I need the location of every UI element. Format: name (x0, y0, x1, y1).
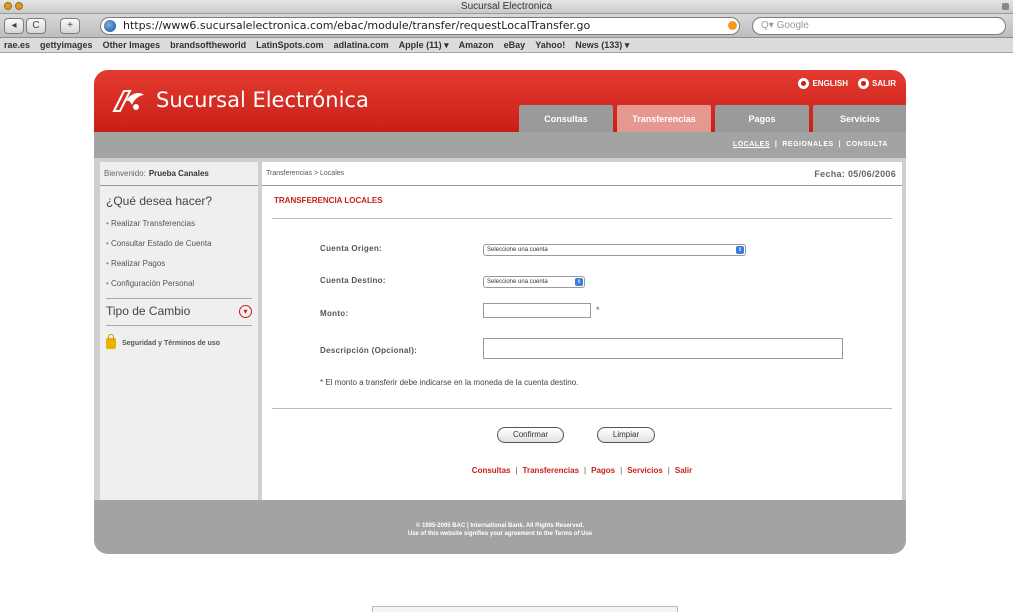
bookmark-item[interactable]: Apple (11) ▾ (399, 40, 449, 50)
security-terms-label: Seguridad y Términos de uso (122, 340, 221, 347)
language-links: ENGLISH SALIR (798, 78, 896, 89)
chevron-down-icon[interactable]: ▾ (239, 304, 252, 318)
tab-servicios[interactable]: Servicios (813, 105, 906, 132)
select-arrows-icon: ⇕ (575, 278, 583, 286)
subnav-regionales[interactable]: REGIONALES (782, 141, 833, 148)
add-bookmark-button[interactable]: + (60, 18, 80, 34)
footer-link-salir[interactable]: Salir (675, 466, 692, 475)
select-arrows-icon: ⇕ (736, 246, 744, 254)
browser-toolbar: ◂ C + https://www6.sucursalelectronica.c… (0, 14, 1013, 38)
footer-link-servicios[interactable]: Servicios (627, 466, 663, 475)
tipo-cambio-label: Tipo de Cambio (106, 304, 191, 318)
bookmark-item[interactable]: Yahoo! (535, 40, 565, 50)
subnav-separator: | (838, 141, 842, 148)
sidebar: Bienvenido: Prueba Canales ¿Qué desea hac… (100, 162, 258, 500)
footer-link-pagos[interactable]: Pagos (591, 466, 615, 475)
monto-input[interactable] (483, 303, 591, 318)
monto-label: Monto: (320, 309, 349, 318)
cuenta-destino-select[interactable]: Seleccione una cuenta ⇕ (483, 276, 585, 288)
bookmark-item[interactable]: LatinSpots.com (256, 40, 324, 50)
rss-icon[interactable] (728, 21, 737, 30)
sidebar-item-configuracion[interactable]: Configuración Personal (106, 274, 258, 294)
tab-consultas[interactable]: Consultas (519, 105, 613, 132)
date-label: Fecha: 05/06/2006 (814, 169, 896, 179)
cuenta-origen-value: Seleccione una cuenta (487, 247, 548, 253)
subnav-separator: | (774, 141, 778, 148)
sub-navigation: LOCALES | REGIONALES | CONSULTA (94, 132, 906, 158)
english-link[interactable]: ENGLISH (798, 78, 848, 89)
footer-separator: | (584, 466, 587, 475)
bookmark-item[interactable]: News (133) ▾ (575, 40, 629, 50)
address-bar[interactable]: https://www6.sucursalelectronica.com/eba… (100, 17, 740, 35)
search-input[interactable]: Q▾ Google (752, 17, 1006, 35)
site-footer: © 1995-2005 BAC | International Bank. Al… (94, 500, 906, 554)
sidebar-item-estado-cuenta[interactable]: Consultar Estado de Cuenta (106, 234, 258, 254)
english-label: ENGLISH (812, 79, 848, 88)
site-header: Sucursal Electrónica ENGLISH SALIR Consu… (94, 70, 906, 132)
tab-pagos[interactable]: Pagos (715, 105, 809, 132)
welcome-bar: Bienvenido: Prueba Canales (100, 162, 258, 186)
main-tabs: Consultas Transferencias Pagos Servicios (519, 105, 906, 132)
descripcion-label: Descripción (Opcional): (320, 346, 418, 355)
bookmark-item[interactable]: rae.es (4, 40, 30, 50)
status-bar (372, 606, 678, 612)
bank-site: Sucursal Electrónica ENGLISH SALIR Consu… (94, 70, 906, 554)
subnav-locales[interactable]: LOCALES (733, 141, 770, 148)
cuenta-destino-value: Seleccione una cuenta (487, 279, 548, 285)
tipo-cambio-toggle[interactable]: Tipo de Cambio ▾ (106, 298, 252, 318)
bookmark-item[interactable]: adlatina.com (334, 40, 389, 50)
toolbar-toggle-icon[interactable] (1002, 3, 1009, 10)
footer-link-transferencias[interactable]: Transferencias (523, 466, 579, 475)
subnav-consulta[interactable]: CONSULTA (846, 141, 888, 148)
footer-links: Consultas | Transferencias | Pagos | Servicios… (262, 466, 902, 475)
site-logo-text[interactable]: Sucursal Electrónica (156, 88, 369, 112)
lock-icon (106, 334, 116, 349)
logout-label: SALIR (872, 79, 896, 88)
back-button[interactable]: ◂ (4, 18, 24, 34)
footer-separator: | (667, 466, 670, 475)
confirm-button[interactable]: Confirmar (497, 427, 564, 443)
sidebar-links: Realizar Transferencias Consultar Estado… (100, 208, 258, 294)
exit-icon (858, 78, 869, 89)
bookmarks-bar: rae.es gettyimages Other Images brandsofthe… (0, 38, 1013, 53)
window-titlebar: Sucursal Electronica (0, 0, 1013, 14)
bank-logo-icon[interactable] (112, 87, 146, 113)
user-name: Prueba Canales (148, 169, 209, 178)
divider (272, 408, 892, 409)
cuenta-destino-label: Cuenta Destino: (320, 276, 386, 285)
security-terms-link[interactable]: Seguridad y Términos de uso (106, 325, 252, 349)
page-title: TRANSFERENCIA LOCALES (274, 196, 383, 205)
required-mark: * (596, 305, 600, 315)
sidebar-item-transferencias[interactable]: Realizar Transferencias (106, 214, 258, 234)
copyright-line: © 1995-2005 BAC | International Bank. Al… (415, 523, 585, 529)
logout-link[interactable]: SALIR (858, 78, 896, 89)
footer-link-consultas[interactable]: Consultas (472, 466, 511, 475)
site-favicon-icon (104, 20, 116, 32)
bookmark-item[interactable]: eBay (504, 40, 526, 50)
main-content: Transferencias > Locales Fecha: 05/06/20… (262, 162, 902, 500)
clear-button[interactable]: Limpiar (597, 427, 655, 443)
cuenta-origen-label: Cuenta Origen: (320, 244, 382, 253)
cuenta-origen-select[interactable]: Seleccione una cuenta ⇕ (483, 244, 746, 256)
window-title: Sucursal Electronica (460, 1, 553, 12)
amount-note: * El monto a transferir debe indicarse e… (320, 378, 579, 387)
reload-button[interactable]: C (26, 18, 46, 34)
sidebar-heading: ¿Qué desea hacer? (106, 194, 213, 208)
copyright-text: © 1995-2005 BAC | International Bank. Al… (94, 522, 906, 538)
breadcrumb: Transferencias > Locales (262, 162, 902, 186)
bookmark-item[interactable]: gettyimages (40, 40, 93, 50)
bookmark-item[interactable]: brandsoftheworld (170, 40, 246, 50)
footer-separator: | (620, 466, 623, 475)
globe-icon (798, 78, 810, 89)
tab-transferencias[interactable]: Transferencias (617, 105, 711, 132)
welcome-label: Bienvenido: (104, 169, 146, 178)
bookmark-item[interactable]: Amazon (459, 40, 494, 50)
descripcion-input[interactable] (483, 338, 843, 359)
sidebar-item-pagos[interactable]: Realizar Pagos (106, 254, 258, 274)
footer-separator: | (515, 466, 518, 475)
terms-line[interactable]: Use of this website signifies your agree… (94, 530, 906, 538)
divider (272, 218, 892, 219)
bookmark-item[interactable]: Other Images (103, 40, 161, 50)
